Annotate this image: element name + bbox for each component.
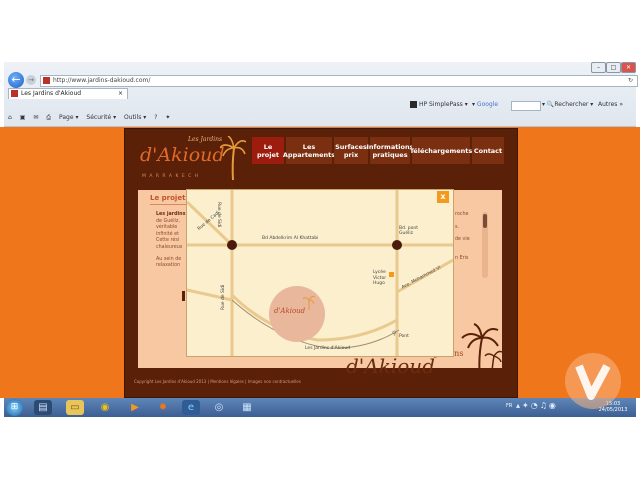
nav-telechargements[interactable]: Téléchargements — [410, 137, 472, 164]
system-tray-icons[interactable]: ▴✦◔♫◉ — [516, 401, 558, 410]
refresh-icon[interactable]: ↻ — [628, 76, 633, 86]
address-bar[interactable]: http://www.jardins-dakioud.com/ ↻ — [40, 75, 638, 87]
road-label-bd-abdelkrim: Bd Abdelkrim Al Khattabi — [262, 236, 319, 241]
body-text-right: roche s. de vie n Eris — [455, 212, 477, 262]
security-menu[interactable]: Sécurité ▾ — [86, 112, 116, 123]
help-icon[interactable]: ? — [154, 112, 157, 123]
bottom-brand-script: d'Akioud — [346, 354, 435, 378]
nav-informations[interactable]: Informations pratiques — [367, 137, 414, 164]
site-logo[interactable]: Les Jardins d'Akioud M A R R A K E C H — [130, 132, 248, 188]
site-footer: Copyright Les Jardins d'Akioud 2013 | Me… — [134, 379, 301, 384]
app-icon[interactable]: ✹ — [154, 400, 172, 415]
document-icon[interactable]: ▦ — [238, 400, 256, 415]
nav-contact[interactable]: Contact — [472, 137, 504, 164]
map-intersection-marker — [392, 240, 402, 250]
tab-title: Les Jardins d'Akioud — [21, 90, 82, 97]
addon-icon[interactable]: ✦ — [165, 112, 170, 123]
palm-tree-icon — [220, 136, 246, 181]
media-player-icon[interactable]: ▶ — [126, 400, 144, 415]
tab-favicon-icon — [11, 89, 18, 97]
bullet-marker — [182, 291, 185, 301]
search-provider[interactable]: ▾ Google — [472, 100, 498, 110]
bottom-blank-area — [0, 418, 640, 480]
chrome-icon[interactable]: ◉ — [96, 400, 114, 415]
back-arrow-icon: ← — [11, 73, 21, 86]
browser-tab[interactable]: Les Jardins d'Akioud × — [8, 88, 128, 99]
logo-city-text: M A R R A K E C H — [142, 174, 200, 179]
map-roads — [187, 190, 453, 356]
nav-le-projet[interactable]: Le projet — [252, 137, 284, 164]
body-line: chaleureus — [156, 244, 183, 250]
map-close-button[interactable]: x — [437, 191, 449, 203]
lycee-icon — [389, 272, 394, 277]
site-favicon-icon — [43, 76, 50, 84]
forward-arrow-icon: → — [28, 76, 34, 84]
body-line: Cette rési — [156, 238, 180, 244]
explorer-icon[interactable]: ▤ — [34, 400, 52, 415]
search-button[interactable]: ▾ 🔍Rechercher ▾ — [542, 100, 593, 110]
rss-icon[interactable]: ▣ — [20, 112, 26, 123]
page-menu[interactable]: Page ▾ — [59, 112, 78, 123]
others-button[interactable]: Autres » — [598, 100, 623, 110]
watermark-logo-icon — [565, 353, 621, 409]
content-scrollbar[interactable] — [482, 212, 488, 278]
language-indicator[interactable]: FR — [506, 403, 512, 409]
print-icon[interactable]: ⎙ — [46, 112, 51, 123]
top-blank-area — [0, 0, 640, 62]
section-divider — [150, 204, 186, 205]
body-line: Les jardins — [156, 212, 186, 217]
folder-icon[interactable]: ▭ — [66, 400, 84, 415]
minimize-button[interactable]: – — [591, 62, 606, 73]
hp-simplepass-button[interactable]: HP SimplePass ▾ — [410, 100, 468, 110]
back-button[interactable]: ← — [8, 72, 24, 88]
map-intersection-marker — [227, 240, 237, 250]
scrollbar-thumb[interactable] — [483, 214, 487, 228]
body-line: roche — [455, 212, 469, 217]
map-popup[interactable]: d'Akioud Bd Abdelkrim Al Khattabi Rue de… — [186, 189, 454, 357]
pont-icon: ⚲ — [392, 330, 397, 337]
tools-menu[interactable]: Outils ▾ — [124, 112, 146, 123]
close-window-button[interactable]: ✕ — [621, 62, 636, 73]
landmark-label-pont: Pont — [399, 334, 409, 339]
body-line: de vie — [455, 237, 470, 243]
favorites-toolbar: ⌂ ▣ ✉ ⎙ Page ▾ Sécurité ▾ Outils ▾ ? ✦ — [8, 112, 632, 123]
location-marker[interactable]: d'Akioud — [269, 286, 325, 342]
logo-small-text: Les Jardins — [188, 136, 223, 143]
tab-close-icon[interactable]: × — [118, 89, 123, 99]
section-title: Le projet — [150, 194, 186, 202]
command-bar: HP SimplePass ▾ ▾ Google ▾ 🔍Rechercher ▾… — [8, 100, 632, 111]
internet-explorer-icon[interactable]: e — [182, 400, 200, 415]
palm-trees-icon — [461, 323, 502, 378]
body-line: véritable — [156, 225, 178, 231]
body-text-left: Les jardins de Guéliz, véritable infinit… — [156, 212, 186, 270]
road-label-rue-sidi-bottom: Rue de Sidi — [221, 284, 226, 310]
road-label-gueliz: Bd. pont Guéliz — [399, 226, 419, 236]
start-button[interactable]: ⊞ — [6, 399, 23, 416]
mail-icon[interactable]: ✉ — [33, 112, 38, 123]
location-marker-label: d'Akioud — [274, 307, 306, 315]
logo-script-text: d'Akioud — [140, 144, 225, 166]
home-icon[interactable]: ⌂ — [8, 112, 12, 123]
search-input[interactable] — [511, 101, 541, 111]
browser-icon[interactable]: ◎ — [210, 400, 228, 415]
marker-palm-icon — [303, 295, 315, 310]
body-line: relaxation — [156, 263, 181, 269]
body-line: n Eris — [455, 255, 469, 261]
road-label-bottom: Les Jardins d'Akioud — [305, 346, 351, 351]
browser-window: – □ ✕ ← → http://www.jardins-dakioud.com… — [4, 62, 638, 127]
forward-button[interactable]: → — [26, 75, 36, 85]
maximize-button[interactable]: □ — [606, 62, 621, 73]
address-url: http://www.jardins-dakioud.com/ — [53, 77, 151, 84]
nav-appartements[interactable]: Les Appartements — [283, 137, 335, 164]
windows-taskbar: ⊞ ▤ ▭ ◉ ▶ ✹ e ◎ ▦ FR ▴✦◔♫◉ 15:03 24/05/2… — [4, 398, 636, 417]
nav-surfaces-prix[interactable]: Surfaces prix — [334, 137, 368, 164]
hp-icon — [410, 101, 417, 108]
body-line: s. — [455, 224, 460, 230]
